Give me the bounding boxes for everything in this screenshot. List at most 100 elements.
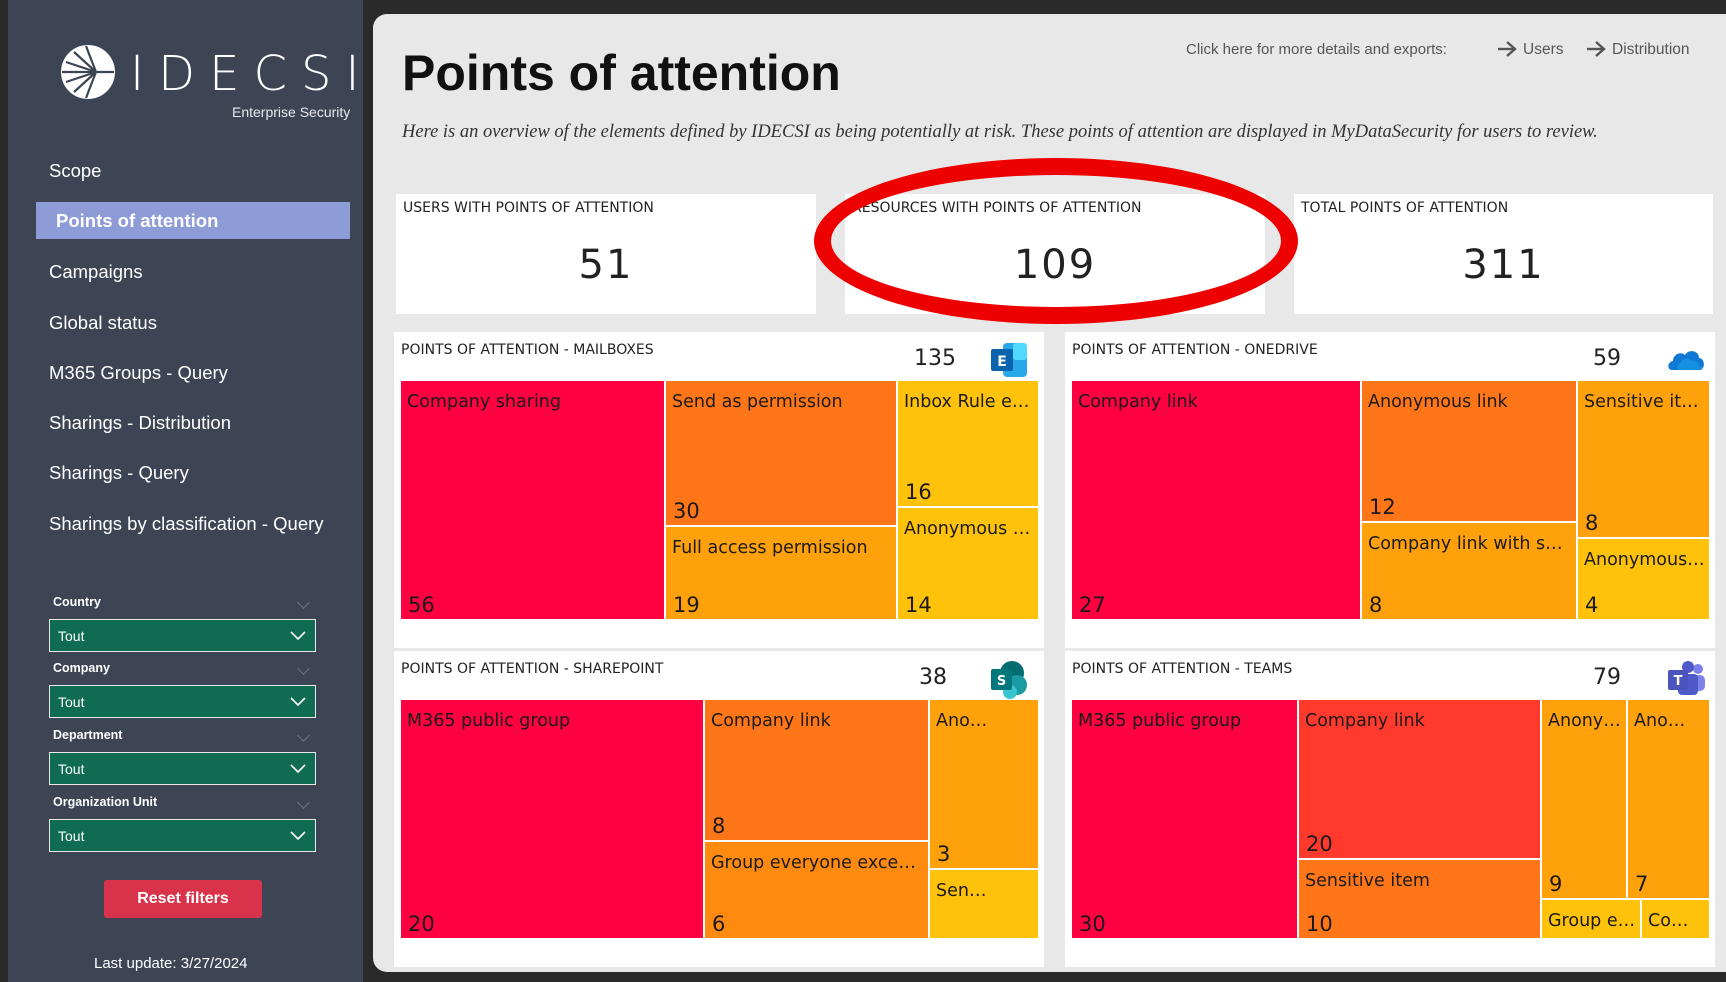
cell-label: M365 public group [407, 711, 571, 731]
distribution-export-link[interactable]: Distribution [1586, 41, 1690, 59]
cell-value: 6 [712, 912, 726, 936]
treemap-cell[interactable]: Anonymous… 4 [1577, 538, 1710, 620]
sharepoint-treemap-panel: POINTS OF ATTENTION - SHAREPOINT 38 S M3… [394, 651, 1044, 967]
cell-label: Company link [1305, 711, 1425, 731]
kpi-total-card: TOTAL POINTS OF ATTENTION 311 [1294, 194, 1713, 314]
treemap-cell[interactable]: Company link 27 [1071, 380, 1361, 620]
treemap-cell[interactable]: Full access permission 19 [665, 526, 897, 620]
treemap-cell[interactable]: M365 public group 30 [1071, 699, 1298, 939]
sharepoint-icon: S [991, 661, 1027, 699]
cell-value: 10 [1306, 912, 1333, 936]
cell-value: 20 [1306, 832, 1333, 856]
kpi-users-label: USERS WITH POINTS OF ATTENTION [403, 200, 654, 216]
cell-value: 8 [1369, 593, 1383, 617]
cell-label: Group everyone except … [711, 853, 924, 873]
mailboxes-treemap-panel: POINTS OF ATTENTION - MAILBOXES 135 E Co… [394, 332, 1044, 648]
arrow-right-icon [1587, 41, 1606, 57]
reset-filters-button[interactable]: Reset filters [104, 880, 262, 918]
treemap-cell[interactable]: Inbox Rule e… 16 [897, 380, 1039, 507]
sidebar-item-points-of-attention[interactable]: Points of attention [36, 202, 350, 239]
treemap-cell[interactable]: Anonymous link 12 [1361, 380, 1577, 522]
kpi-resources-value: 109 [1013, 242, 1097, 288]
treemap-cell[interactable]: Company link 20 [1298, 699, 1541, 859]
svg-text:T: T [1674, 674, 1683, 689]
chevron-down-icon [290, 764, 306, 774]
chevron-down-icon [290, 831, 306, 841]
company-filter-label: Company [53, 661, 110, 675]
treemap-cell[interactable]: M365 public group 20 [400, 699, 704, 939]
cell-label: Anony… [1548, 711, 1621, 731]
sidebar-item-scope[interactable]: Scope [49, 160, 101, 182]
main-panel: Points of attention Here is an overview … [373, 14, 1726, 972]
cell-label: Sen… [936, 881, 987, 901]
treemap-cell[interactable]: Co… [1641, 899, 1710, 939]
organization-unit-filter-select[interactable]: Tout [49, 819, 316, 852]
idecsi-logo: IDECSI Enterprise Security [52, 44, 360, 124]
treemap-cell[interactable]: Group everyone except … 6 [704, 841, 929, 939]
arrow-right-icon [1498, 41, 1517, 57]
sidebar: IDECSI Enterprise Security Scope Points … [8, 0, 363, 982]
idecsi-logo-icon [61, 45, 115, 99]
treemap-cell[interactable]: Anonymous … 14 [897, 507, 1039, 620]
cell-value: 8 [712, 814, 726, 838]
kpi-total-value: 311 [1462, 242, 1545, 288]
sidebar-item-sharings-by-classification-query[interactable]: Sharings by classification - Query [49, 513, 324, 535]
treemap-cell[interactable]: Company link 8 [704, 699, 929, 841]
teams-treemap-title: POINTS OF ATTENTION - TEAMS [1072, 661, 1293, 677]
treemap-cell[interactable]: Ano… 7 [1627, 699, 1710, 899]
treemap-cell[interactable]: Sen… [929, 869, 1039, 939]
sidebar-item-campaigns[interactable]: Campaigns [49, 261, 143, 283]
svg-text:E: E [997, 354, 1007, 370]
treemap-cell[interactable]: Anony… 9 [1541, 699, 1627, 899]
treemap-cell[interactable]: Company sharing 56 [400, 380, 665, 620]
teams-total: 79 [1593, 665, 1621, 690]
cell-label: Anonymous… [1584, 550, 1705, 570]
cell-value: 19 [673, 593, 700, 617]
kpi-resources-card: RESOURCES WITH POINTS OF ATTENTION 109 [845, 194, 1265, 314]
teams-treemap-panel: POINTS OF ATTENTION - TEAMS 79 T M365 pu… [1065, 651, 1715, 967]
treemap-cell[interactable]: Sensitive it… 8 [1577, 380, 1710, 538]
cell-label: Company link with se… [1368, 534, 1572, 554]
last-update-text: Last update: 3/27/2024 [94, 955, 248, 972]
cell-label: M365 public group [1078, 711, 1242, 731]
onedrive-cloud-icon [1668, 351, 1704, 370]
treemap-cell[interactable]: Ano… 3 [929, 699, 1039, 869]
mailboxes-treemap-title: POINTS OF ATTENTION - MAILBOXES [401, 342, 654, 358]
country-filter-value: Tout [58, 628, 85, 644]
onedrive-total: 59 [1593, 346, 1621, 371]
cell-value: 14 [905, 593, 932, 617]
company-filter-select[interactable]: Tout [49, 685, 316, 718]
cell-value: 16 [905, 480, 932, 504]
users-link-label: Users [1523, 41, 1564, 58]
kpi-users-card: USERS WITH POINTS OF ATTENTION 51 [396, 194, 816, 314]
cell-label: Anonymous … [904, 519, 1031, 539]
cell-value: 12 [1369, 495, 1396, 519]
treemap-cell[interactable]: Group e… [1541, 899, 1641, 939]
teams-icon: T [1668, 661, 1705, 695]
treemap-cell[interactable]: Company link with se… 8 [1361, 522, 1577, 620]
users-export-link[interactable]: Users [1497, 41, 1563, 59]
company-filter-value: Tout [58, 694, 85, 710]
cell-value: 27 [1079, 593, 1106, 617]
sidebar-item-sharings-query[interactable]: Sharings - Query [49, 462, 189, 484]
treemap-cell[interactable]: Send as permission 30 [665, 380, 897, 526]
cell-value: 20 [408, 912, 435, 936]
cell-label: Anonymous link [1368, 392, 1508, 412]
department-filter-value: Tout [58, 761, 85, 777]
sidebar-item-global-status[interactable]: Global status [49, 312, 157, 334]
sharepoint-total: 38 [919, 665, 947, 690]
cell-label: Inbox Rule e… [904, 392, 1030, 412]
cell-label: Ano… [1634, 711, 1686, 731]
department-filter-label: Department [53, 728, 123, 742]
sidebar-item-m365-groups-query[interactable]: M365 Groups - Query [49, 362, 228, 384]
page-title: Points of attention [402, 45, 841, 101]
department-filter-select[interactable]: Tout [49, 752, 316, 785]
treemap-cell[interactable]: Sensitive item 10 [1298, 859, 1541, 939]
cell-label: Company link [1078, 392, 1198, 412]
chevron-down-icon [290, 631, 306, 641]
country-filter-select[interactable]: Tout [49, 619, 316, 652]
brand-name: IDECSI [130, 46, 374, 102]
sidebar-item-sharings-distribution[interactable]: Sharings - Distribution [49, 412, 231, 434]
kpi-total-label: TOTAL POINTS OF ATTENTION [1301, 200, 1509, 216]
distribution-link-label: Distribution [1612, 41, 1690, 58]
